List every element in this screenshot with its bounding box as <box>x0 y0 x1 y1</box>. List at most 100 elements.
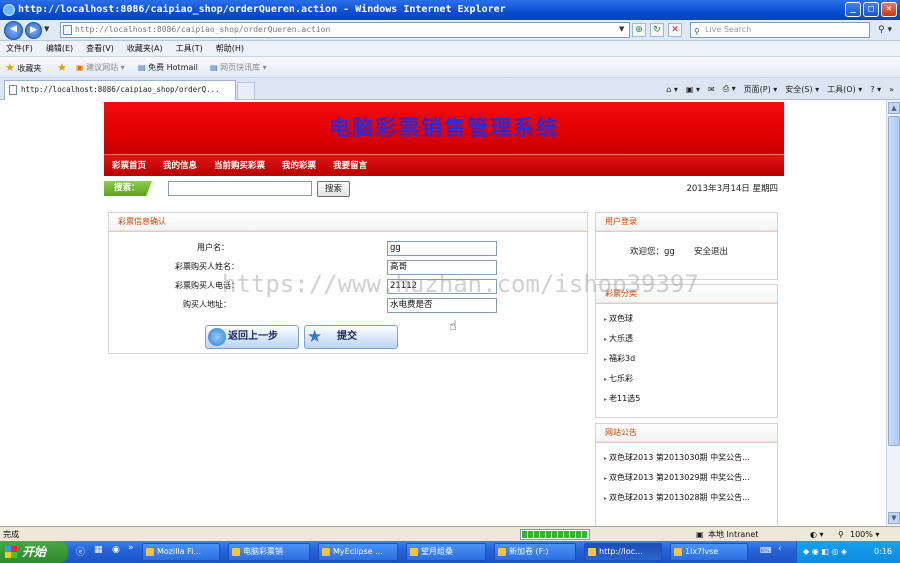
notice-item[interactable]: 双色球2013 第2013030期 中奖公告... <box>604 452 750 465</box>
close-icon[interactable]: × <box>881 2 897 17</box>
back-arrow-icon[interactable]: ◀ <box>4 21 23 40</box>
cmd-safety[interactable]: 安全(S) ▾ <box>785 84 819 95</box>
menu-file[interactable]: 文件(F) <box>6 41 33 56</box>
category-panel-title: 彩票分类 <box>596 285 777 304</box>
site-search-row: 搜索： 搜索 2013年3月14日 星期四 <box>104 178 784 200</box>
quicklaunch-ie-icon[interactable]: ⓔ <box>76 545 85 558</box>
user-back-icon <box>208 328 226 346</box>
ie-logo-icon <box>3 4 15 16</box>
task-1lx7lvse[interactable]: 1lx7lvse <box>670 543 748 561</box>
stop-icon[interactable]: ✕ <box>668 23 682 37</box>
protected-mode-icon[interactable]: ◐ ▾ <box>810 527 824 542</box>
quicklaunch-media-icon[interactable]: ◉ <box>112 545 120 555</box>
site-banner: 电脑彩票销售管理系统 <box>104 102 784 154</box>
compatibility-icon[interactable]: ⊕ <box>632 23 646 37</box>
notice-panel-title: 网站公告 <box>596 424 777 443</box>
category-item[interactable]: 老11选5 <box>604 393 640 406</box>
refresh-icon[interactable]: ↻ <box>650 23 664 37</box>
task-drive-f[interactable]: 新加卷 (F:) <box>494 543 576 561</box>
menu-view[interactable]: 查看(V) <box>86 41 114 56</box>
security-zone: 本地 Intranet <box>708 530 759 539</box>
site-container: 电脑彩票销售管理系统 彩票首页 我的信息 当前购买彩票 我的彩票 我要留言 搜索… <box>104 100 784 526</box>
task-ie-localhost[interactable]: http://loc... <box>584 543 662 561</box>
task-mozilla[interactable]: Mozilla Fi... <box>142 543 220 561</box>
category-item[interactable]: 双色球 <box>604 313 633 326</box>
progress-bar <box>520 529 590 540</box>
fav-web-slice[interactable]: ▤ 网页快讯库 ▾ <box>210 57 267 78</box>
nav-my-lottery[interactable]: 我的彩票 <box>282 155 316 176</box>
page-icon <box>63 25 72 35</box>
logout-link[interactable]: 安全退出 <box>694 245 728 257</box>
zoom-icon: ⚲ <box>838 530 844 539</box>
history-dropdown-icon[interactable]: ▼ <box>44 25 49 33</box>
welcome-text: 欢迎您：gg <box>630 247 675 257</box>
fav-suggested-sites[interactable]: ▣ 建议网站 ▾ <box>76 57 125 78</box>
menu-tools[interactable]: 工具(T) <box>176 41 203 56</box>
site-nav: 彩票首页 我的信息 当前购买彩票 我的彩票 我要留言 <box>104 154 784 176</box>
live-search-input[interactable]: ⚲ Live Search <box>690 22 870 38</box>
quicklaunch-desktop-icon[interactable]: ▦ <box>94 545 103 555</box>
notice-item[interactable]: 双色球2013 第2013029期 中奖公告... <box>604 472 750 485</box>
submit-button[interactable]: ★ 提交 <box>304 325 398 349</box>
maximize-icon[interactable]: □ <box>863 2 879 17</box>
keyboard-icon[interactable]: ⌨ <box>760 546 772 555</box>
tray-icons[interactable]: ◆ ◉ ◧ ◎ ◈ <box>803 541 847 563</box>
category-item[interactable]: 福彩3d <box>604 353 635 366</box>
notice-item[interactable]: 双色球2013 第2013028期 中奖公告... <box>604 492 750 505</box>
menu-favorites[interactable]: 收藏夹(A) <box>127 41 163 56</box>
category-item[interactable]: 大乐透 <box>604 333 633 346</box>
address-input[interactable]: http://localhost:8086/caipiao_shop/order… <box>60 22 630 38</box>
home-icon[interactable]: ⌂ ▾ <box>666 85 678 94</box>
minimize-icon[interactable]: _ <box>845 2 861 17</box>
address-dropdown-icon[interactable]: ▼ <box>619 25 624 33</box>
page-viewport: 电脑彩票销售管理系统 彩票首页 我的信息 当前购买彩票 我的彩票 我要留言 搜索… <box>0 100 886 526</box>
favorites-star-icon: ★ <box>5 61 15 74</box>
zoom-level[interactable]: 100% ▾ <box>850 527 879 542</box>
field-buyer-phone-input[interactable]: 21112 <box>387 279 497 294</box>
current-date: 2013年3月14日 星期四 <box>686 184 778 194</box>
system-tray: ◆ ◉ ◧ ◎ ◈ 0:16 <box>796 541 900 563</box>
field-username-input[interactable]: gg <box>387 241 497 256</box>
nav-my-info[interactable]: 我的信息 <box>163 155 197 176</box>
search-label: 搜索： <box>104 181 152 196</box>
new-tab-button[interactable] <box>237 82 255 100</box>
field-buyer-name-input[interactable]: 高哥 <box>387 260 497 275</box>
task-lottery[interactable]: 电脑彩票销 <box>228 543 310 561</box>
tray-expand-icon[interactable]: ‹ <box>778 544 782 554</box>
field-buyer-address-input[interactable]: 水电费是否 <box>387 298 497 313</box>
scroll-up-icon[interactable]: ▲ <box>888 102 900 114</box>
windows-logo-icon <box>5 546 17 558</box>
vertical-scrollbar[interactable]: ▲ ▼ <box>886 100 900 526</box>
feeds-icon[interactable]: ▣ ▾ <box>686 85 700 94</box>
task-myeclipse[interactable]: MyEclipse ... <box>318 543 398 561</box>
nav-home[interactable]: 彩票首页 <box>112 155 146 176</box>
forward-arrow-icon[interactable]: ▶ <box>25 22 42 39</box>
nav-current-purchase[interactable]: 当前购买彩票 <box>214 155 265 176</box>
help-icon[interactable]: ? ▾ <box>870 85 881 94</box>
mail-icon[interactable]: ✉ <box>708 85 715 94</box>
print-icon[interactable]: ⎙ ▾ <box>723 84 736 94</box>
site-search-input[interactable] <box>168 181 312 196</box>
favorites-button[interactable]: ★ 收藏夹 <box>5 57 41 79</box>
nav-message[interactable]: 我要留言 <box>333 155 367 176</box>
star-submit-icon: ★ <box>307 327 323 347</box>
back-button[interactable]: 返回上一步 <box>205 325 299 349</box>
menu-help[interactable]: 帮助(H) <box>216 41 244 56</box>
site-search-button[interactable]: 搜索 <box>317 181 350 197</box>
fav-hotmail[interactable]: ▤ 免费 Hotmail <box>138 57 198 78</box>
tab-current[interactable]: http://localhost:8086/caipiao_shop/order… <box>4 80 236 100</box>
more-chevron-icon[interactable]: » <box>889 85 894 94</box>
field-buyer-address-label: 购买人地址： <box>183 300 231 309</box>
quicklaunch-more-icon[interactable]: » <box>128 543 134 553</box>
lottery-category-panel: 彩票分类 双色球 大乐透 福彩3d 七乐彩 老11选5 <box>595 284 778 418</box>
start-button[interactable]: 开始 <box>0 541 68 563</box>
cmd-page[interactable]: 页面(P) ▾ <box>744 84 778 95</box>
add-favorite-icon[interactable]: ★ <box>57 57 67 79</box>
search-go-icon[interactable]: ⚲ ▾ <box>873 23 897 38</box>
scroll-thumb[interactable] <box>888 116 900 446</box>
cmd-tools[interactable]: 工具(O) ▾ <box>827 84 862 95</box>
menu-edit[interactable]: 编辑(E) <box>46 41 73 56</box>
scroll-down-icon[interactable]: ▼ <box>888 512 900 524</box>
task-folder[interactable]: 望月组桑 <box>406 543 486 561</box>
category-item[interactable]: 七乐彩 <box>604 373 633 386</box>
